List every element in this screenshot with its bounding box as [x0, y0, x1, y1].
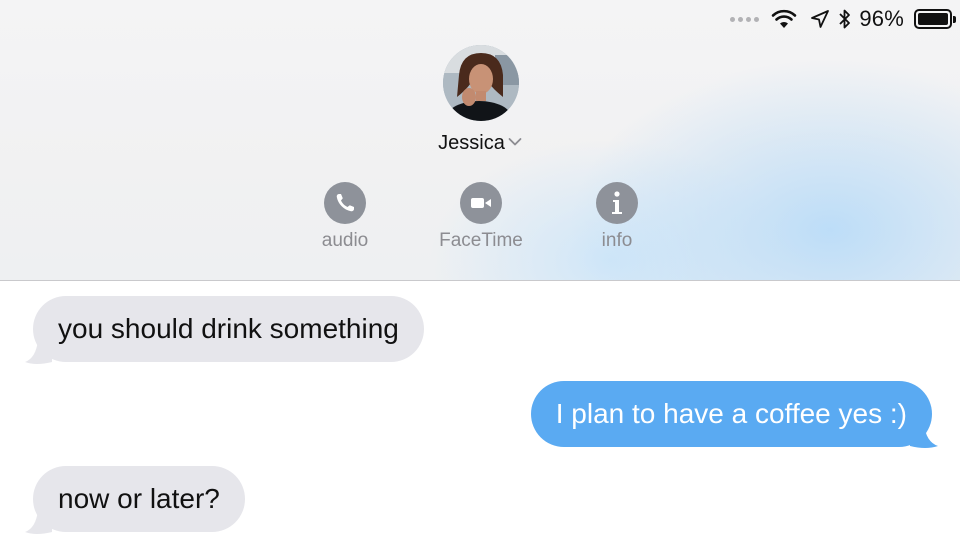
wifi-icon: [772, 9, 797, 28]
video-camera-icon: [460, 182, 502, 224]
avatar-photo: [443, 45, 519, 121]
info-label: info: [601, 230, 633, 251]
info-icon: [596, 182, 638, 224]
contact-name: Jessica: [438, 132, 505, 154]
chevron-down-icon: [508, 138, 522, 146]
contact-name-button[interactable]: Jessica: [0, 132, 960, 155]
battery-percentage: 96%: [859, 6, 904, 31]
audio-label: audio: [321, 230, 369, 251]
message-bubble-incoming[interactable]: now or later?: [33, 466, 245, 532]
signal-dots-icon: [730, 16, 760, 22]
message-text: I plan to have a coffee yes :): [555, 398, 907, 429]
facetime-label: FaceTime: [439, 230, 523, 251]
battery-icon: [914, 9, 956, 29]
message-bubble-incoming[interactable]: you should drink something: [33, 296, 424, 362]
facetime-button[interactable]: FaceTime: [411, 182, 551, 252]
status-bar: 96%: [730, 4, 956, 34]
audio-call-button[interactable]: audio: [275, 182, 415, 252]
conversation-header: 96% Jessica audio FaceTime info: [0, 0, 960, 281]
bluetooth-icon: [839, 9, 851, 29]
message-bubble-outgoing[interactable]: I plan to have a coffee yes :): [530, 381, 932, 447]
message-text: you should drink something: [58, 313, 399, 344]
message-text: now or later?: [58, 483, 220, 514]
contact-avatar[interactable]: [443, 45, 519, 121]
phone-icon: [324, 182, 366, 224]
info-button[interactable]: info: [547, 182, 687, 252]
location-arrow-icon: [811, 10, 830, 28]
